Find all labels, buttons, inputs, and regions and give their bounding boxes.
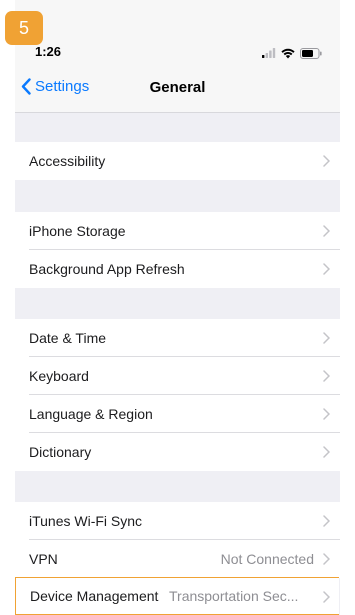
- chevron-right-icon: [323, 408, 330, 420]
- section-spacer: [15, 180, 340, 212]
- section-spacer: [15, 288, 340, 319]
- chevron-right-icon: [323, 225, 330, 237]
- step-number-badge: 5: [5, 11, 43, 45]
- status-bar: 1:26: [15, 0, 340, 68]
- row-label: Language & Region: [29, 406, 153, 422]
- status-icons: [262, 47, 322, 59]
- list-item-itunes-wifi-sync[interactable]: iTunes Wi-Fi Sync: [15, 502, 340, 540]
- wifi-icon: [281, 48, 295, 58]
- row-label: Background App Refresh: [29, 261, 185, 277]
- list-item-device-management[interactable]: Device Management Transportation Sec...: [15, 577, 339, 615]
- list-item-keyboard[interactable]: Keyboard: [15, 357, 340, 395]
- navigation-bar: Settings General: [15, 68, 340, 113]
- row-label: Date & Time: [29, 330, 107, 346]
- chevron-right-icon: [323, 370, 330, 382]
- list-item-vpn[interactable]: VPN Not Connected: [15, 540, 340, 578]
- list-item-dictionary[interactable]: Dictionary: [15, 433, 340, 471]
- row-label: iTunes Wi-Fi Sync: [29, 513, 143, 529]
- row-label: Keyboard: [29, 368, 89, 384]
- device-management-value: Transportation Sec...: [169, 588, 299, 604]
- row-label: iPhone Storage: [29, 223, 126, 239]
- page-margin-right: [340, 0, 355, 615]
- chevron-right-icon: [323, 263, 330, 275]
- page-margin-left: [0, 0, 15, 615]
- section-spacer: [15, 471, 340, 502]
- chevron-right-icon: [323, 155, 330, 167]
- row-label: Device Management: [30, 588, 159, 604]
- list-item-iphone-storage[interactable]: iPhone Storage: [15, 212, 340, 250]
- list-item-language-region[interactable]: Language & Region: [15, 395, 340, 433]
- list-item-date-time[interactable]: Date & Time: [15, 319, 340, 357]
- chevron-right-icon: [323, 553, 330, 565]
- vpn-status-value: Not Connected: [220, 551, 314, 567]
- chevron-right-icon: [323, 332, 330, 344]
- page-title: General: [149, 79, 206, 96]
- list-item-accessibility[interactable]: Accessibility: [15, 142, 340, 180]
- cellular-signal-icon: [262, 48, 276, 58]
- chevron-right-icon: [323, 591, 330, 603]
- row-label: Accessibility: [29, 153, 106, 169]
- status-time: 1:26: [35, 44, 62, 59]
- section-spacer: [15, 113, 340, 142]
- row-label: Dictionary: [29, 444, 92, 460]
- battery-icon: [300, 47, 322, 59]
- chevron-right-icon: [323, 515, 330, 527]
- phone-screen: 1:26 Settings General Accessibility iPho…: [15, 0, 340, 615]
- chevron-right-icon: [323, 446, 330, 458]
- list-item-background-app-refresh[interactable]: Background App Refresh: [15, 250, 340, 288]
- row-label: VPN: [29, 551, 58, 567]
